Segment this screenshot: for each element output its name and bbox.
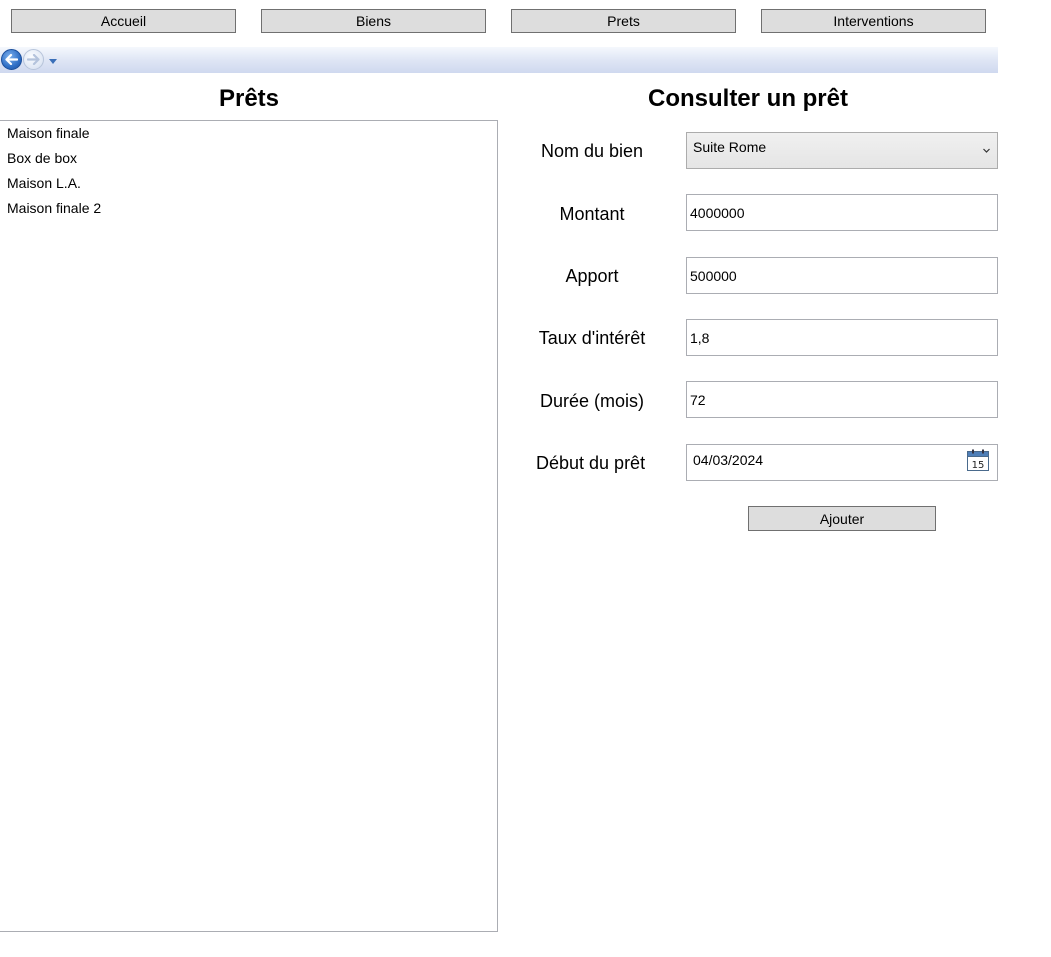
property-name-label: Nom du bien [540, 141, 644, 161]
dropdown-triangle-icon [49, 58, 57, 64]
amount-input[interactable] [686, 194, 998, 231]
navigation-bar [0, 47, 998, 73]
down-payment-input[interactable] [686, 257, 998, 294]
chevron-down-icon [983, 148, 990, 153]
forward-button[interactable] [23, 49, 44, 70]
loans-list-title: Prêts [218, 85, 280, 112]
list-item[interactable]: Maison finale [0, 121, 497, 146]
list-item[interactable]: Maison finale 2 [0, 196, 497, 221]
property-name-combobox[interactable]: Suite Rome [686, 132, 998, 169]
start-date-picker[interactable]: 04/03/2024 15 [686, 444, 998, 481]
duration-label: Durée (mois) [539, 391, 645, 411]
list-item[interactable]: Box de box [0, 146, 497, 171]
history-dropdown[interactable] [47, 56, 59, 66]
loans-button[interactable]: Prets [511, 9, 736, 33]
start-date-label: Début du prêt [536, 453, 646, 473]
back-button[interactable] [1, 49, 22, 70]
duration-input[interactable] [686, 381, 998, 418]
interventions-button[interactable]: Interventions [761, 9, 986, 33]
home-button[interactable]: Accueil [11, 9, 236, 33]
property-name-value: Suite Rome [693, 139, 767, 155]
calendar-icon[interactable]: 15 [967, 449, 989, 471]
interest-rate-input[interactable] [686, 319, 998, 356]
interest-rate-label: Taux d'intérêt [538, 328, 646, 348]
forward-arrow-icon [27, 54, 40, 65]
back-arrow-icon [5, 54, 18, 65]
amount-label: Montant [559, 204, 625, 224]
start-date-value: 04/03/2024 [693, 452, 764, 468]
list-item[interactable]: Maison L.A. [0, 171, 497, 196]
loans-list[interactable]: Maison finale Box de box Maison L.A. Maison… [0, 120, 498, 932]
goods-button[interactable]: Biens [261, 9, 486, 33]
loan-form-title: Consulter un prêt [647, 85, 848, 112]
add-button[interactable]: Ajouter [748, 506, 936, 531]
calendar-day-text: 15 [972, 460, 985, 471]
down-payment-label: Apport [565, 266, 619, 286]
